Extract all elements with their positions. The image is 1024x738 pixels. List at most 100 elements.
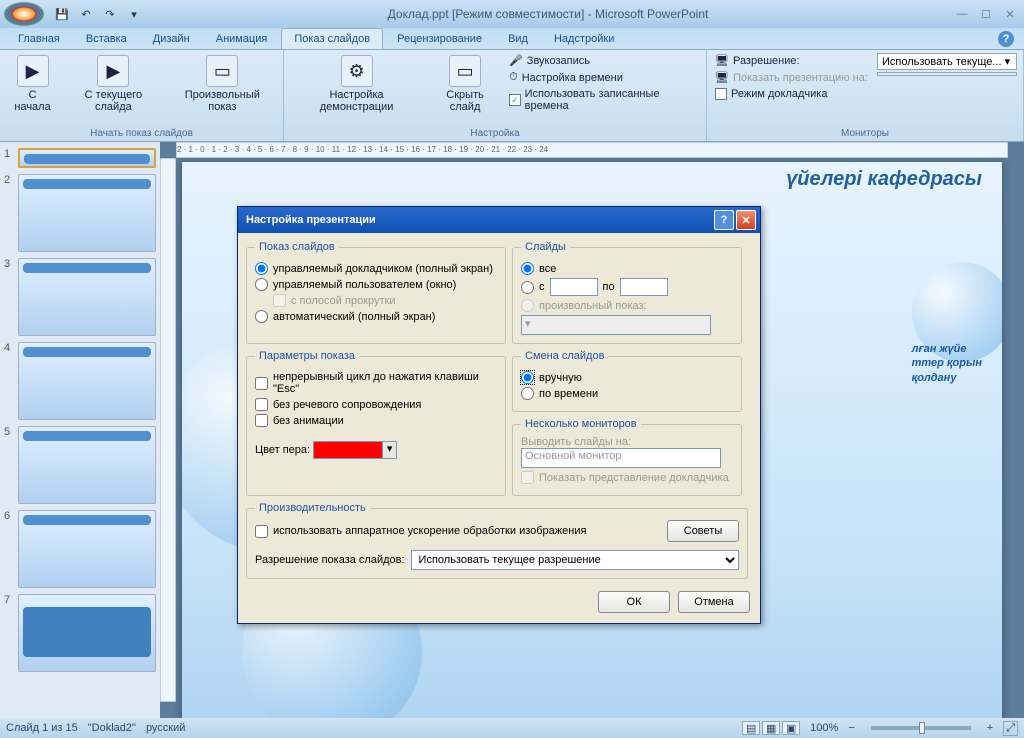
slide-thumbnails-panel[interactable]: 1 2 3 4 5 6 7 (0, 142, 160, 718)
check-loop[interactable]: непрерывный цикл до нажатия клавиши "Esc… (255, 371, 497, 395)
status-slide: Слайд 1 из 15 (6, 722, 78, 734)
redo-icon[interactable]: ↷ (100, 4, 120, 24)
tab-slideshow[interactable]: Показ слайдов (281, 28, 383, 49)
use-timings-check[interactable]: ✓Использовать записанные времена (507, 87, 700, 113)
vertical-ruler (160, 158, 176, 702)
group-monitors-label: Мониторы (713, 126, 1017, 141)
show-type-fieldset: Показ слайдов управляемый докладчиком (п… (246, 241, 506, 344)
radio-manual[interactable]: вручную (521, 371, 733, 384)
radio-kiosk[interactable]: автоматический (полный экран) (255, 310, 497, 323)
slideshow-view-icon[interactable]: ▣ (782, 721, 800, 735)
show-type-legend: Показ слайдов (255, 241, 339, 253)
performance-legend: Производительность (255, 502, 370, 514)
play-icon: ▶ (17, 55, 49, 87)
zoom-level[interactable]: 100% (810, 722, 838, 734)
slide-thumbnail[interactable] (18, 174, 156, 252)
thumb-number: 5 (4, 426, 14, 504)
tab-view[interactable]: Вид (496, 29, 540, 49)
fit-window-icon[interactable]: ⤢ (1003, 721, 1018, 736)
monitor-dropdown[interactable] (877, 72, 1017, 76)
radio-timings[interactable]: по времени (521, 387, 733, 400)
office-button[interactable] (4, 2, 44, 26)
show-options-fieldset: Параметры показа непрерывный цикл до наж… (246, 350, 506, 496)
slides-legend: Слайды (521, 241, 570, 253)
resolution-dropdown[interactable]: Использовать текуще... ▾ (877, 53, 1017, 70)
to-spinner[interactable] (620, 278, 668, 296)
group-setup-label: Настройка (290, 126, 700, 141)
dialog-titlebar[interactable]: Настройка презентации ? ✕ (238, 207, 760, 233)
status-language[interactable]: русский (146, 722, 185, 734)
ribbon-tabs: Главная Вставка Дизайн Анимация Показ сл… (0, 28, 1024, 50)
hide-slide-icon: ▭ (449, 55, 481, 87)
tab-animation[interactable]: Анимация (204, 29, 280, 49)
monitor-icon: 🖥 (715, 71, 729, 84)
rehearse-timings-button[interactable]: ⏱Настройка времени (507, 70, 700, 85)
minimize-icon[interactable]: — (952, 6, 972, 22)
tab-review[interactable]: Рецензирование (385, 29, 494, 49)
slides-fieldset: Слайды все с по произвольный показ: ▾ (512, 241, 742, 344)
radio-custom-show: произвольный показ: (521, 299, 733, 312)
thumb-number: 2 (4, 174, 14, 252)
slide-thumbnail[interactable] (18, 426, 156, 504)
zoom-out-icon[interactable]: − (848, 722, 854, 734)
check-no-narration[interactable]: без речевого сопровождения (255, 398, 497, 411)
check-no-animation[interactable]: без анимации (255, 414, 497, 427)
thumb-number: 3 (4, 258, 14, 336)
zoom-in-icon[interactable]: + (987, 722, 993, 734)
tips-button[interactable]: Советы (667, 520, 739, 542)
qat-menu-icon[interactable]: ▾ (124, 4, 144, 24)
hide-slide-button[interactable]: ▭Скрыть слайд (427, 53, 503, 115)
show-on-label: Показать презентацию на: (733, 72, 868, 84)
quick-access-toolbar: 💾 ↶ ↷ ▾ (52, 4, 144, 24)
setup-show-button[interactable]: ⚙Настройка демонстрации (290, 53, 423, 115)
sorter-view-icon[interactable]: ▦ (762, 721, 780, 735)
setup-icon: ⚙ (341, 55, 373, 87)
undo-icon[interactable]: ↶ (76, 4, 96, 24)
pen-color-swatch[interactable] (313, 441, 383, 459)
mic-icon: 🎤 (509, 54, 523, 67)
record-narration-button[interactable]: 🎤Звукозапись (507, 53, 700, 68)
radio-speaker[interactable]: управляемый докладчиком (полный экран) (255, 262, 497, 275)
radio-from-to[interactable]: с по (521, 278, 733, 296)
tab-design[interactable]: Дизайн (141, 29, 202, 49)
ok-button[interactable]: ОК (598, 591, 670, 613)
maximize-icon[interactable]: ☐ (976, 6, 996, 22)
zoom-slider[interactable] (871, 726, 971, 730)
from-beginning-button[interactable]: ▶С начала (6, 53, 59, 115)
display-dropdown: Основной монитор (521, 448, 721, 468)
cancel-button[interactable]: Отмена (678, 591, 750, 613)
tab-home[interactable]: Главная (6, 29, 72, 49)
save-icon[interactable]: 💾 (52, 4, 72, 24)
slide-thumbnail[interactable] (18, 258, 156, 336)
thumb-number: 6 (4, 510, 14, 588)
tab-insert[interactable]: Вставка (74, 29, 139, 49)
normal-view-icon[interactable]: ▤ (742, 721, 760, 735)
setup-show-dialog: Настройка презентации ? ✕ Показ слайдов … (237, 206, 761, 624)
pen-color-label: Цвет пера: (255, 444, 310, 456)
slide-thumbnail[interactable] (18, 148, 156, 168)
pen-color-dropdown[interactable]: ▾ (383, 441, 397, 459)
presenter-view-check[interactable]: Режим докладчика (713, 87, 873, 101)
close-icon[interactable]: ✕ (1000, 6, 1020, 22)
clock-icon: ⏱ (509, 71, 518, 84)
slideshow-res-dropdown[interactable]: Использовать текущее разрешение (411, 550, 739, 570)
slide-thumbnail[interactable] (18, 594, 156, 672)
slide-thumbnail[interactable] (18, 342, 156, 420)
display-on-label: Выводить слайды на: (521, 436, 733, 448)
checkbox-icon: ✓ (509, 94, 521, 106)
tab-addins[interactable]: Надстройки (542, 29, 626, 49)
from-current-button[interactable]: ▶С текущего слайда (63, 53, 164, 115)
slide-thumbnail[interactable] (18, 510, 156, 588)
performance-fieldset: Производительность использовать аппаратн… (246, 502, 748, 579)
play-current-icon: ▶ (97, 55, 129, 87)
dialog-help-icon[interactable]: ? (714, 210, 734, 230)
dialog-close-icon[interactable]: ✕ (736, 210, 756, 230)
check-hw-accel[interactable]: использовать аппаратное ускорение обрабо… (255, 525, 659, 538)
custom-show-button[interactable]: ▭Произвольный показ (168, 53, 277, 115)
from-spinner[interactable] (550, 278, 598, 296)
help-icon[interactable]: ? (998, 31, 1014, 47)
radio-user[interactable]: управляемый пользователем (окно) (255, 278, 497, 291)
radio-all-slides[interactable]: все (521, 262, 733, 275)
status-bar: Слайд 1 из 15 "Doklad2" русский ▤ ▦ ▣ 10… (0, 718, 1024, 738)
window-title: Доклад.ppt [Режим совместимости] - Micro… (144, 7, 952, 21)
